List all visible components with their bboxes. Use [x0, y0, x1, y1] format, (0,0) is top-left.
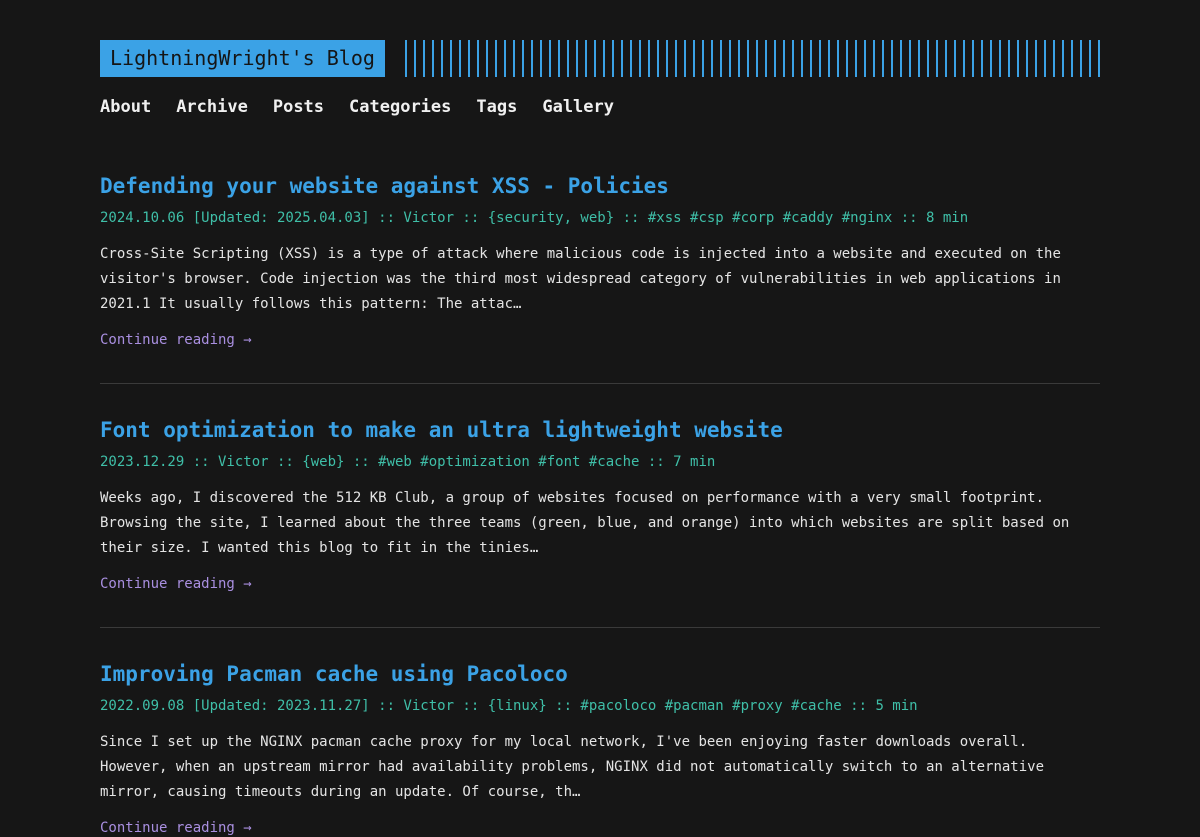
main-nav: About Archive Posts Categories Tags Gall…	[100, 96, 1100, 118]
site-header: LightningWright's Blog About Archive Pos…	[100, 40, 1100, 118]
continue-reading-link[interactable]: Continue reading →	[100, 575, 1100, 593]
post-meta: 2023.12.29 :: Victor :: {web} :: #web #o…	[100, 454, 716, 470]
post-title-link[interactable]: Improving Pacman cache using Pacoloco	[100, 661, 1100, 687]
post-divider	[100, 383, 1100, 384]
post-title-link[interactable]: Defending your website against XSS - Pol…	[100, 173, 1100, 199]
continue-reading-link[interactable]: Continue reading →	[100, 331, 1100, 349]
nav-item-categories[interactable]: Categories	[349, 96, 451, 118]
nav-item-tags[interactable]: Tags	[476, 96, 517, 118]
nav-item-about[interactable]: About	[100, 96, 151, 118]
nav-item-archive[interactable]: Archive	[176, 96, 248, 118]
post-item: Improving Pacman cache using Pacoloco 20…	[100, 661, 1100, 837]
post-item: Font optimization to make an ultra light…	[100, 417, 1100, 593]
post-excerpt: Weeks ago, I discovered the 512 KB Club,…	[100, 490, 1070, 556]
logo-decoration-bars	[404, 40, 1100, 77]
header-row: LightningWright's Blog	[100, 40, 1100, 77]
post-item: Defending your website against XSS - Pol…	[100, 173, 1100, 349]
site-logo[interactable]: LightningWright's Blog	[100, 40, 385, 77]
post-excerpt: Since I set up the NGINX pacman cache pr…	[100, 734, 1045, 800]
page-container: LightningWright's Blog About Archive Pos…	[100, 40, 1100, 837]
post-meta: 2024.10.06 [Updated: 2025.04.03] :: Vict…	[100, 210, 969, 226]
post-title-link[interactable]: Font optimization to make an ultra light…	[100, 417, 1100, 443]
post-meta: 2022.09.08 [Updated: 2023.11.27] :: Vict…	[100, 698, 918, 714]
post-list: Defending your website against XSS - Pol…	[100, 173, 1100, 837]
nav-item-gallery[interactable]: Gallery	[542, 96, 614, 118]
nav-item-posts[interactable]: Posts	[273, 96, 324, 118]
continue-reading-link[interactable]: Continue reading →	[100, 819, 1100, 837]
post-excerpt: Cross-Site Scripting (XSS) is a type of …	[100, 246, 1061, 312]
post-divider	[100, 627, 1100, 628]
